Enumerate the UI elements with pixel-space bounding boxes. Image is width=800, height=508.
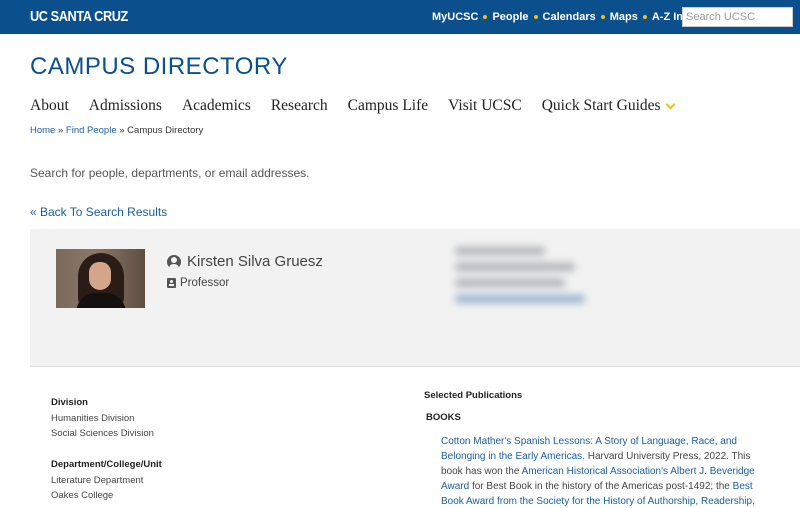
nav-admissions[interactable]: Admissions [89,97,162,115]
intro-text: Search for people, departments, or email… [30,166,310,180]
profile-photo [56,249,145,308]
separator-dot [600,15,605,19]
nav-about[interactable]: About [30,97,69,115]
profile-title: Professor [180,277,230,289]
breadcrumb-separator: » [55,125,66,136]
publications-column: Selected Publications BOOKS Cotton Mathe… [424,390,769,508]
books-label: BOOKS [426,412,461,423]
division-value: Social Sciences Division [51,428,154,439]
main-nav: About Admissions Academics Research Camp… [30,97,694,115]
division-value: Humanities Division [51,413,135,424]
breadcrumb-current: Campus Directory [127,125,204,136]
publication-text: for Best Book in the history of the Amer… [469,481,733,492]
breadcrumb-find-people[interactable]: Find People [66,125,117,136]
ucsc-logo[interactable]: UC SANTA CRUZ [30,8,128,25]
link-myucsc[interactable]: MyUCSC [432,11,478,23]
division-group: Division Humanities Division Social Scie… [51,397,351,441]
department-value: Oakes College [51,490,114,501]
separator-dot [533,15,538,19]
link-calendars[interactable]: Calendars [543,11,596,23]
profile-title-row: Professor [167,277,229,289]
profile-name-row: Kirsten Silva Gruesz [167,253,323,270]
profile-name: Kirsten Silva Gruesz [187,253,323,270]
top-bar: UC SANTA CRUZ MyUCSC People Calendars Ma… [0,0,800,34]
publications-heading: Selected Publications [424,390,523,401]
nav-quick-start-label: Quick Start Guides [541,97,661,114]
breadcrumb-home[interactable]: Home [30,125,55,136]
user-circle-icon [167,254,181,269]
id-badge-icon [167,278,176,288]
separator-dot [642,15,647,19]
nav-academics[interactable]: Academics [182,97,251,115]
utility-links: MyUCSC People Calendars Maps A-Z Index [432,11,702,23]
details-left-column: Division Humanities Division Social Scie… [51,397,351,508]
breadcrumb-separator: » [116,125,128,136]
nav-visit-ucsc[interactable]: Visit UCSC [448,97,522,115]
nav-research[interactable]: Research [271,97,328,115]
profile-panel: Kirsten Silva Gruesz Professor [30,229,800,367]
page-title[interactable]: CAMPUS DIRECTORY [30,53,288,81]
search-input[interactable] [682,7,793,27]
separator-dot [483,15,488,19]
nav-campus-life[interactable]: Campus Life [348,97,429,115]
link-maps[interactable]: Maps [610,11,638,23]
profile-details: Division Humanities Division Social Scie… [30,368,800,508]
department-group: Department/College/Unit Literature Depar… [51,459,351,503]
chevron-down-icon [665,99,676,109]
nav-quick-start-guides[interactable]: Quick Start Guides [541,97,676,115]
back-to-results-link[interactable]: « Back To Search Results [30,205,167,219]
department-value: Literature Department [51,475,144,486]
breadcrumb: Home » Find People » Campus Directory [30,125,203,136]
redacted-contact-info [455,247,600,319]
link-people[interactable]: People [492,11,528,23]
division-label: Division [51,397,88,408]
publication-entry: Cotton Mather's Spanish Lessons: A Story… [441,434,769,508]
department-label: Department/College/Unit [51,459,162,470]
